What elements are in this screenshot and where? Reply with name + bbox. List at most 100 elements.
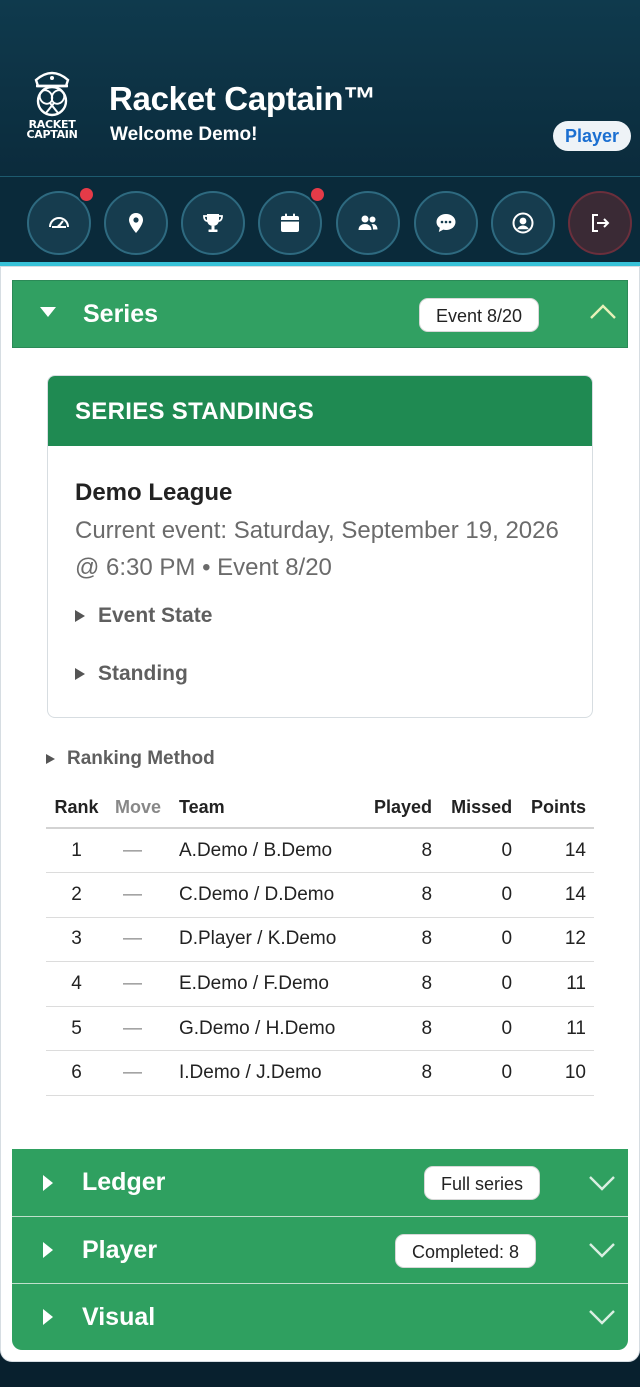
user-circle-icon bbox=[512, 212, 534, 234]
chevron-down-icon[interactable] bbox=[588, 1241, 616, 1259]
racket-captain-logo: RACKET CAPTAIN bbox=[22, 66, 82, 144]
calendar-icon bbox=[281, 213, 299, 232]
notification-dot bbox=[78, 186, 95, 203]
missed-cell: 0 bbox=[440, 828, 521, 874]
caret-down-icon bbox=[40, 307, 56, 317]
move-cell: — bbox=[107, 872, 171, 918]
standings-heading: SERIES STANDINGS bbox=[48, 376, 592, 446]
table-row: 1 — A.Demo / B.Demo 8 0 14 bbox=[46, 828, 594, 874]
team-cell: C.Demo / D.Demo bbox=[171, 872, 363, 918]
missed-cell: 0 bbox=[440, 872, 521, 918]
chat-icon bbox=[436, 214, 456, 232]
notification-dot bbox=[309, 186, 326, 203]
series-accordion-header[interactable]: Series Event 8/20 bbox=[12, 280, 628, 348]
rank-cell: 2 bbox=[46, 872, 107, 918]
league-name: Demo League bbox=[75, 479, 233, 506]
move-cell: — bbox=[107, 1050, 171, 1097]
ranking-method-label: Ranking Method bbox=[67, 748, 215, 769]
role-badge[interactable]: Player bbox=[553, 121, 632, 151]
visual-accordion-header[interactable]: Visual bbox=[12, 1284, 628, 1350]
welcome-message: Welcome Demo! bbox=[110, 124, 258, 145]
series-standings-card: SERIES STANDINGS Demo League Current eve… bbox=[47, 375, 593, 718]
teams-nav-button[interactable] bbox=[336, 191, 400, 255]
move-cell: — bbox=[107, 961, 171, 1007]
app-title: Racket Captain™ bbox=[109, 80, 376, 117]
main-nav bbox=[0, 176, 640, 266]
team-cell: E.Demo / F.Demo bbox=[171, 961, 363, 1007]
users-icon bbox=[358, 215, 378, 230]
logout-nav-button[interactable] bbox=[568, 191, 632, 255]
disclosure-triangle-icon bbox=[75, 668, 85, 680]
missed-cell: 0 bbox=[440, 917, 521, 963]
messages-nav-button[interactable] bbox=[414, 191, 478, 255]
played-cell: 8 bbox=[363, 961, 441, 1007]
chevron-down-icon[interactable] bbox=[588, 1174, 616, 1192]
table-row: 4 — E.Demo / F.Demo 8 0 11 bbox=[46, 961, 594, 1007]
trophy-icon bbox=[203, 214, 223, 232]
table-row: 2 — C.Demo / D.Demo 8 0 14 bbox=[46, 872, 594, 918]
column-header-rank[interactable]: Rank bbox=[46, 788, 107, 829]
caret-right-icon bbox=[43, 1175, 53, 1191]
rank-cell: 5 bbox=[46, 1006, 107, 1052]
points-cell: 10 bbox=[520, 1050, 594, 1097]
completed-count-pill: Completed: 8 bbox=[395, 1234, 537, 1268]
app-header: RACKET CAPTAIN Racket Captain™ Welcome D… bbox=[0, 0, 640, 176]
caret-right-icon bbox=[43, 1242, 53, 1258]
map-pin-icon bbox=[129, 213, 143, 233]
points-cell: 12 bbox=[520, 917, 594, 963]
locations-nav-button[interactable] bbox=[104, 191, 168, 255]
standing-label: Standing bbox=[98, 662, 188, 685]
trophy-nav-button[interactable] bbox=[181, 191, 245, 255]
rank-cell: 6 bbox=[46, 1050, 107, 1097]
column-header-played[interactable]: Played bbox=[363, 788, 441, 829]
team-cell: I.Demo / J.Demo bbox=[171, 1050, 363, 1097]
logo-wordmark: RACKET CAPTAIN bbox=[26, 118, 78, 141]
player-accordion-header[interactable]: Player Completed: 8 bbox=[12, 1217, 628, 1283]
column-header-move[interactable]: Move bbox=[107, 788, 171, 829]
ledger-title: Ledger bbox=[82, 1168, 166, 1196]
column-header-points[interactable]: Points bbox=[520, 788, 594, 829]
move-cell: — bbox=[107, 917, 171, 963]
team-cell: D.Player / K.Demo bbox=[171, 917, 363, 963]
played-cell: 8 bbox=[363, 828, 441, 874]
visual-title: Visual bbox=[82, 1303, 156, 1331]
standing-toggle[interactable]: Standing bbox=[75, 662, 188, 686]
points-cell: 11 bbox=[520, 961, 594, 1007]
ledger-accordion-header[interactable]: Ledger Full series bbox=[12, 1149, 628, 1216]
played-cell: 8 bbox=[363, 1006, 441, 1052]
column-header-missed[interactable]: Missed bbox=[440, 788, 521, 829]
ledger-scope-pill: Full series bbox=[424, 1166, 541, 1200]
series-title: Series bbox=[83, 300, 159, 328]
missed-cell: 0 bbox=[440, 1006, 521, 1052]
dashboard-nav-button[interactable] bbox=[27, 186, 95, 255]
team-cell: A.Demo / B.Demo bbox=[171, 828, 363, 874]
event-state-toggle[interactable]: Event State bbox=[75, 604, 212, 628]
missed-cell: 0 bbox=[440, 1050, 521, 1097]
played-cell: 8 bbox=[363, 872, 441, 918]
caret-right-icon bbox=[43, 1309, 53, 1325]
points-cell: 11 bbox=[520, 1006, 594, 1052]
table-row: 5 — G.Demo / H.Demo 8 0 11 bbox=[46, 1006, 594, 1052]
table-row: 6 — I.Demo / J.Demo 8 0 10 bbox=[46, 1050, 594, 1097]
chevron-down-icon[interactable] bbox=[588, 1308, 616, 1326]
move-cell: — bbox=[107, 1006, 171, 1052]
logo-icon bbox=[34, 71, 70, 117]
event-state-label: Event State bbox=[98, 604, 213, 627]
disclosure-triangle-icon bbox=[46, 754, 55, 764]
rank-cell: 3 bbox=[46, 917, 107, 963]
played-cell: 8 bbox=[363, 917, 441, 963]
standings-table: Rank Move Team Played Missed Points 1 — … bbox=[46, 788, 594, 1097]
player-title: Player bbox=[82, 1236, 158, 1264]
column-header-team[interactable]: Team bbox=[171, 788, 363, 829]
current-event-text: Current event: Saturday, September 19, 2… bbox=[75, 517, 559, 581]
points-cell: 14 bbox=[520, 828, 594, 874]
move-cell: — bbox=[107, 828, 171, 874]
calendar-nav-button[interactable] bbox=[258, 186, 326, 255]
team-cell: G.Demo / H.Demo bbox=[171, 1006, 363, 1052]
ranking-method-toggle[interactable]: Ranking Method bbox=[46, 748, 215, 770]
missed-cell: 0 bbox=[440, 961, 521, 1007]
profile-nav-button[interactable] bbox=[491, 191, 555, 255]
table-row: 3 — D.Player / K.Demo 8 0 12 bbox=[46, 917, 594, 963]
event-progress-pill: Event 8/20 bbox=[419, 298, 540, 332]
chevron-up-icon[interactable] bbox=[589, 303, 617, 321]
